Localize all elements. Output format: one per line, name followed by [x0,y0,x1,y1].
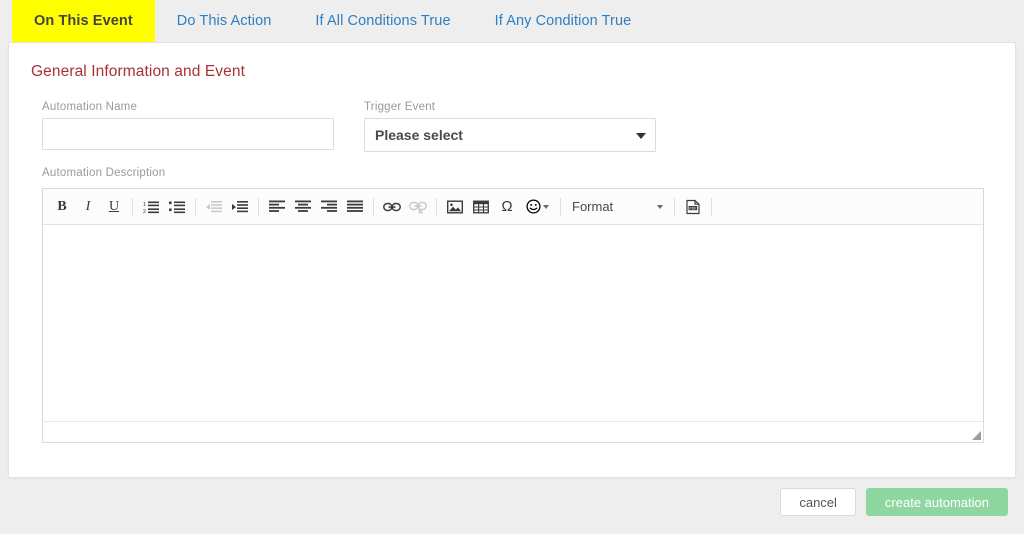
align-justify-icon[interactable] [342,194,368,220]
general-information-panel: General Information and Event Automation… [8,42,1016,478]
form-actions: cancel create automation [0,488,1024,534]
format-dropdown[interactable]: Format [566,194,669,220]
toolbar-divider [560,197,561,216]
link-icon[interactable] [379,194,405,220]
automation-name-input[interactable] [42,118,334,150]
rich-text-editor: B I U 1 2 Ω Format PDF [42,188,984,426]
decrease-indent-icon[interactable] [201,194,227,220]
underline-icon[interactable]: U [101,194,127,220]
automation-name-label: Automation Name [42,101,138,113]
tab-if-any-condition-true[interactable]: If Any Condition True [473,0,654,42]
toolbar-divider [195,197,196,216]
tab-label: On This Event [34,13,133,29]
svg-text:PDF: PDF [690,206,697,210]
create-automation-button[interactable]: create automation [865,488,1008,516]
resize-handle-icon[interactable] [972,431,981,440]
format-dropdown-label: Format [572,199,614,214]
image-icon[interactable] [442,194,468,220]
table-icon[interactable] [468,194,494,220]
toolbar-divider [258,197,259,216]
form-row-top: Automation Name Trigger Event Please sel… [42,101,656,152]
editor-status-bar [42,421,984,443]
increase-indent-icon[interactable] [227,194,253,220]
tab-label: Do This Action [176,13,272,29]
automation-description-label: Automation Description [42,167,166,179]
trigger-event-label: Trigger Event [364,101,436,113]
italic-icon[interactable]: I [75,194,101,220]
toolbar-divider [674,197,676,216]
trigger-event-select-value: Please select [364,118,656,152]
emoji-icon[interactable] [520,194,555,220]
svg-text:2: 2 [143,209,146,214]
toolbar-divider [711,197,713,216]
tab-label: If All Conditions True [315,13,451,29]
pdf-icon[interactable]: PDF [680,194,706,220]
chevron-down-icon [657,204,664,209]
tab-on-this-event[interactable]: On This Event [12,0,155,42]
trigger-event-group: Trigger Event Please select [364,101,656,152]
special-character-icon[interactable]: Ω [494,194,520,220]
automation-description-input[interactable] [43,225,983,425]
numbered-list-icon[interactable]: 1 2 [138,194,164,220]
align-left-icon[interactable] [264,194,290,220]
trigger-event-select[interactable]: Please select [364,118,656,152]
bold-icon[interactable]: B [49,194,75,220]
bulleted-list-icon[interactable] [164,194,190,220]
align-center-icon[interactable] [290,194,316,220]
toolbar-divider [132,197,133,216]
tab-bar: On This Event Do This Action If All Cond… [0,0,1024,42]
toolbar-divider [373,197,374,216]
tab-if-all-conditions-true[interactable]: If All Conditions True [293,0,472,42]
toolbar-divider [436,197,437,216]
cancel-button[interactable]: cancel [780,488,856,516]
editor-toolbar: B I U 1 2 Ω Format PDF [43,189,983,225]
page-title: General Information and Event [31,63,245,80]
tab-do-this-action[interactable]: Do This Action [155,0,294,42]
chevron-down-icon [543,204,549,209]
automation-name-group: Automation Name [42,101,334,152]
svg-text:1: 1 [143,202,146,208]
tab-label: If Any Condition True [494,13,632,29]
unlink-icon[interactable] [405,194,431,220]
align-right-icon[interactable] [316,194,342,220]
